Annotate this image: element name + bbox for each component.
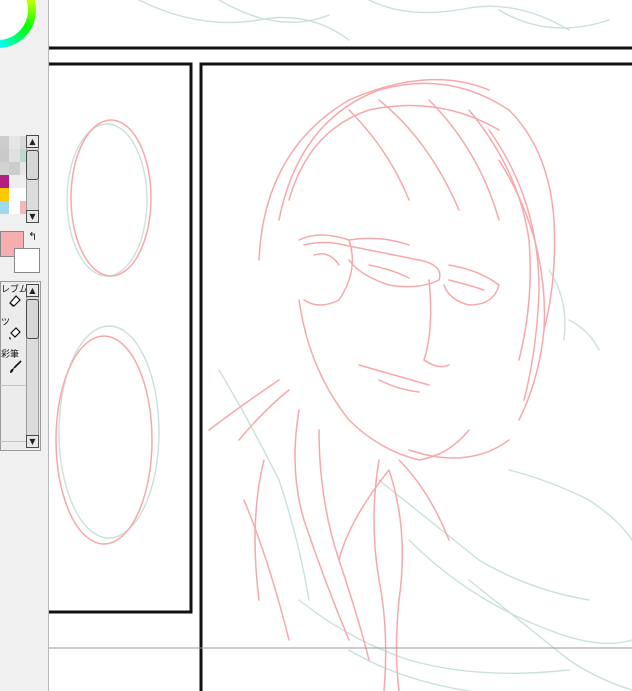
swatch-scroll-thumb[interactable] xyxy=(26,150,39,180)
tool-scroll-down-button[interactable]: ▼ xyxy=(26,435,39,448)
tool-scroll-thumb[interactable] xyxy=(26,299,39,339)
brush-icon[interactable] xyxy=(8,360,22,377)
color-wheel[interactable] xyxy=(0,0,36,48)
canvas-artwork xyxy=(49,0,632,691)
color-swatch[interactable] xyxy=(0,136,9,149)
bucket-icon[interactable] xyxy=(8,326,22,343)
color-swatch[interactable] xyxy=(9,136,20,149)
eraser-icon[interactable] xyxy=(8,294,22,310)
tool-divider xyxy=(0,385,26,386)
panel-main-border xyxy=(199,62,632,691)
sketch-teal-layer xyxy=(58,0,632,691)
color-swatch[interactable] xyxy=(9,201,20,214)
panel-left-border xyxy=(49,62,193,614)
swatch-scroll-up-button[interactable]: ▲ xyxy=(26,135,39,148)
drawing-canvas[interactable] xyxy=(49,0,632,691)
comic-panel-borders xyxy=(49,46,632,691)
secondary-color-box[interactable] xyxy=(14,248,40,273)
sketch-red-layer xyxy=(55,78,556,691)
color-swatch[interactable] xyxy=(0,162,9,175)
color-swatch[interactable] xyxy=(0,201,9,214)
color-swatch[interactable] xyxy=(0,149,9,162)
color-swatch[interactable] xyxy=(0,175,9,188)
left-tool-sidebar: ▲ ▼ ↰ レブム ツ 彩筆 ▲ ▼ xyxy=(0,0,49,691)
tool-label-3[interactable]: 彩筆 xyxy=(1,350,19,360)
color-swatch[interactable] xyxy=(9,162,20,175)
swap-colors-icon[interactable]: ↰ xyxy=(28,230,37,243)
tool-scroll-up-button[interactable]: ▲ xyxy=(26,284,39,297)
swatch-scroll-down-button[interactable]: ▼ xyxy=(26,210,39,223)
color-swatch[interactable] xyxy=(0,188,9,201)
tool-divider xyxy=(0,441,26,442)
color-swatch[interactable] xyxy=(9,188,20,201)
color-swatch[interactable] xyxy=(9,175,20,188)
color-swatch[interactable] xyxy=(9,149,20,162)
